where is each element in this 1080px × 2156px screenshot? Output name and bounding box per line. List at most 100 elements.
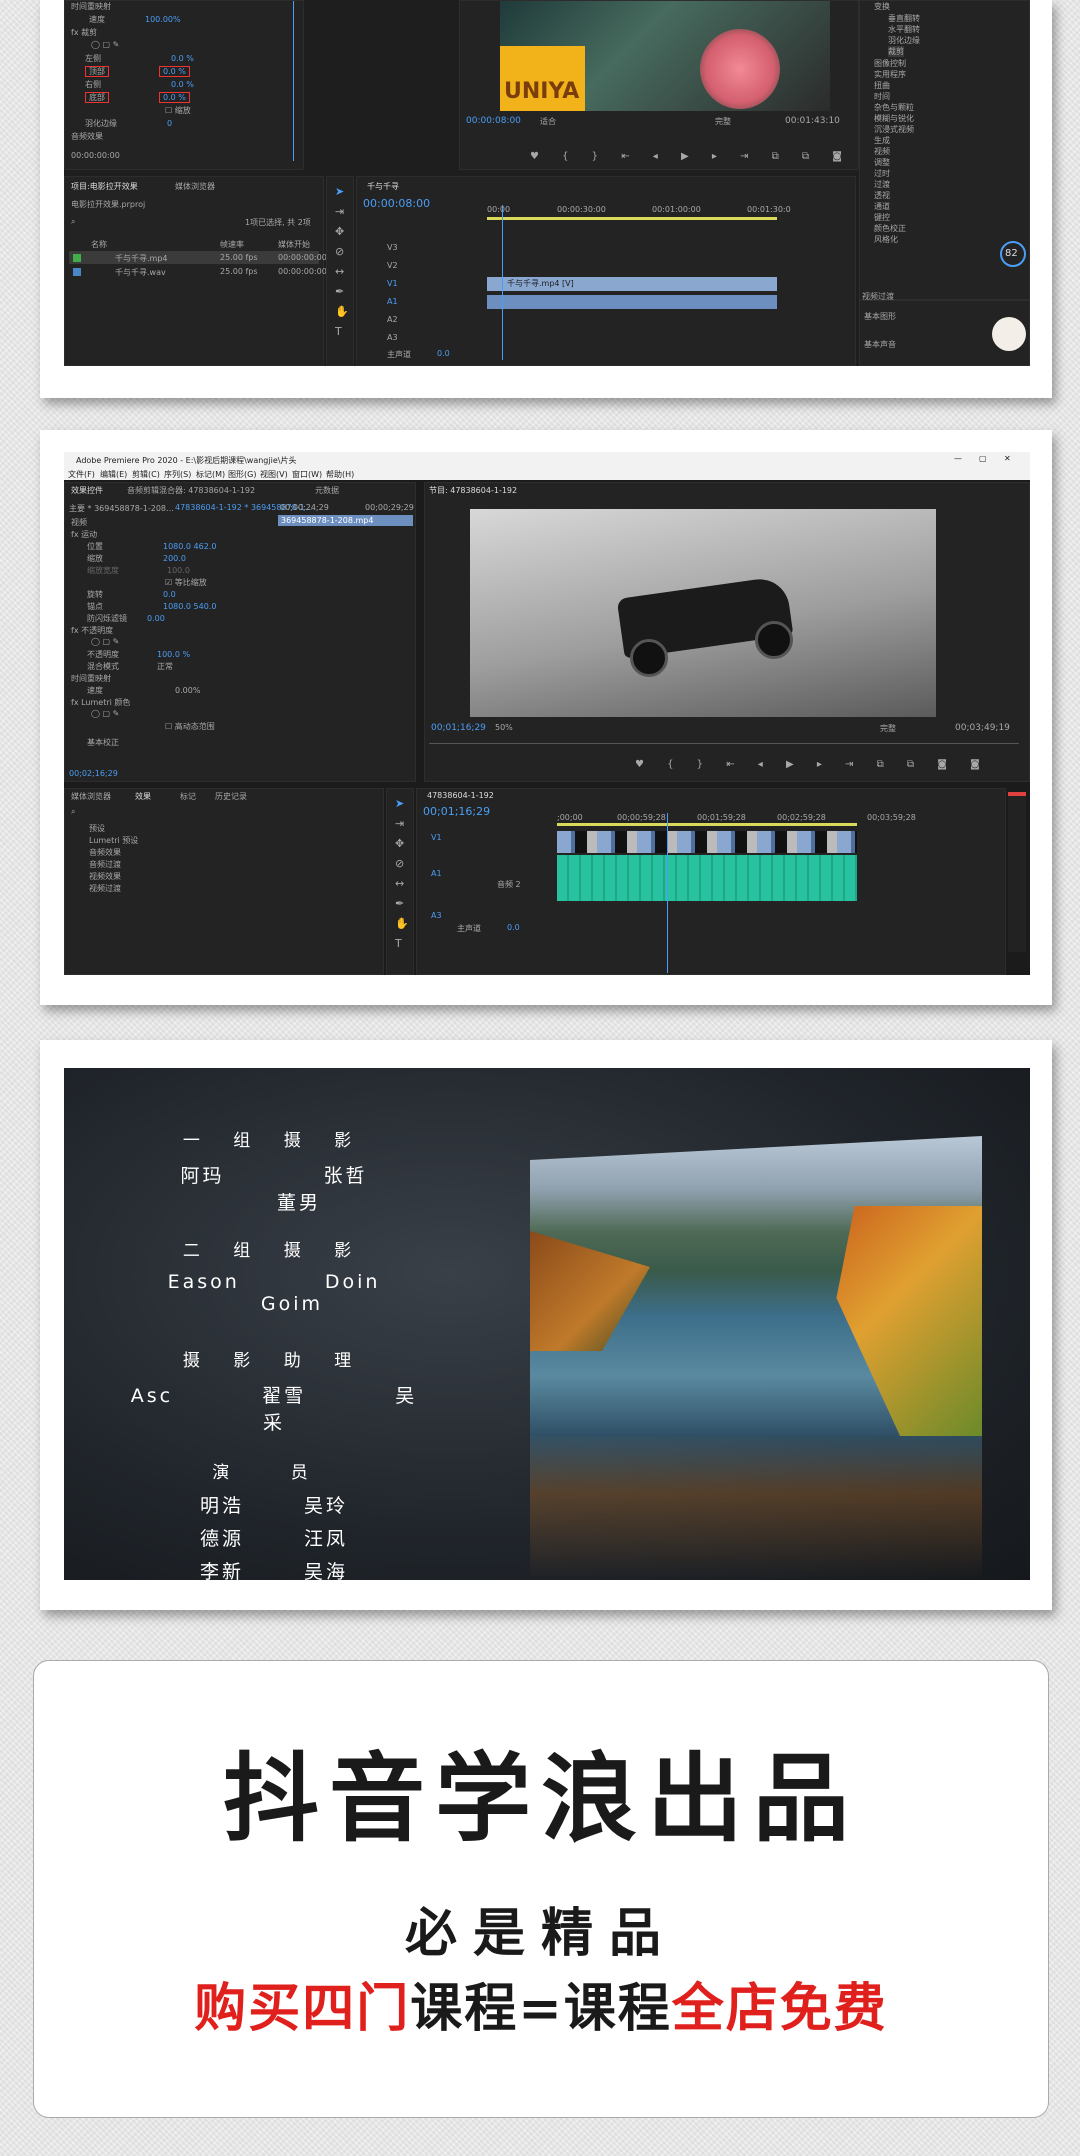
effect-row[interactable]: fx Lumetri 颜色 — [71, 697, 130, 708]
effect-row[interactable]: fx 不透明度 — [71, 625, 113, 636]
checkbox-icon[interactable]: ☐ — [165, 722, 172, 731]
search-icon[interactable]: ⌕ — [71, 807, 75, 817]
effect-row[interactable]: fx 裁剪 — [71, 27, 97, 38]
hand-tool-icon[interactable]: ✋ — [395, 917, 409, 930]
effects-folder[interactable]: 风格化 — [874, 234, 898, 245]
panel-tab[interactable]: 效果 — [135, 791, 151, 802]
checkbox-icon[interactable]: ☐ — [165, 106, 172, 115]
effects-item[interactable]: 水平翻转 — [888, 24, 920, 35]
effect-row[interactable]: 防闪烁滤镜 0.00 — [87, 613, 165, 624]
maximize-icon[interactable]: ▢ — [979, 454, 987, 463]
effects-folder[interactable]: 过时 — [874, 168, 890, 179]
project-tab[interactable]: 项目:电影拉开效果 — [71, 181, 138, 192]
program-zoom-select[interactable]: 50% — [495, 723, 513, 732]
slip-tool-icon[interactable]: ↔ — [395, 877, 404, 890]
effect-row[interactable]: ☑ 等比缩放 — [165, 577, 207, 588]
minimize-icon[interactable]: — — [954, 454, 962, 463]
work-area-bar[interactable] — [487, 217, 777, 220]
track-label[interactable]: V1 — [431, 833, 442, 842]
type-tool-icon[interactable]: T — [395, 937, 402, 950]
effect-row[interactable]: 位置 1080.0 462.0 — [87, 541, 216, 552]
opacity-mask-icons[interactable]: ◯ ▢ ✎ — [91, 637, 119, 646]
track-label[interactable]: A2 — [387, 315, 398, 324]
crop-shape-icons[interactable]: ◯ ▢ ✎ — [91, 40, 119, 49]
effect-row[interactable]: 锚点 1080.0 540.0 — [87, 601, 216, 612]
effects-folder[interactable]: 变换 — [874, 1, 890, 12]
effects-folder[interactable]: 视频效果 — [89, 871, 121, 882]
effect-row[interactable]: fx 运动 — [71, 529, 97, 540]
video-clip-strip[interactable] — [557, 831, 857, 853]
effects-folder[interactable]: 视频 — [874, 146, 890, 157]
effects-folder[interactable]: 预设 — [89, 823, 105, 834]
checkbox-icon[interactable]: ☑ — [165, 578, 172, 587]
effects-folder[interactable]: 生成 — [874, 135, 890, 146]
program-quality-select[interactable]: 完整 — [880, 723, 896, 734]
panel-tab[interactable]: 效果控件 — [71, 485, 103, 496]
effect-row[interactable]: 时间重映射 — [71, 673, 111, 684]
project-item-name[interactable]: 千与千寻.mp4 — [115, 253, 168, 264]
slip-tool-icon[interactable]: ↔ — [335, 265, 344, 278]
effects-folder[interactable]: 透视 — [874, 190, 890, 201]
work-area-bar[interactable] — [557, 823, 857, 826]
panel-tab[interactable]: 基本图形 — [864, 311, 896, 322]
column-header[interactable]: 帧速率 — [220, 239, 244, 250]
program-zoom-select[interactable]: 适合 — [540, 116, 556, 127]
effect-row[interactable]: 不透明度 100.0 % — [87, 649, 190, 660]
effect-row[interactable]: ☐ 缩放 — [165, 105, 191, 116]
project-item-name[interactable]: 千与千寻.wav — [115, 267, 166, 278]
close-icon[interactable]: ✕ — [1004, 454, 1011, 463]
audio-clip-strip[interactable] — [557, 855, 857, 901]
menu-item[interactable]: 文件(F) — [68, 469, 95, 480]
effect-row[interactable]: 底部 0.0 % — [85, 92, 190, 103]
effect-row[interactable]: 时间重映射 — [71, 1, 111, 12]
effect-row[interactable]: 缩放宽度 100.0 — [87, 565, 190, 576]
effects-item[interactable]: 羽化边缘 — [888, 35, 920, 46]
search-icon[interactable]: ⌕ — [71, 217, 75, 227]
track-select-icon[interactable]: ⇥ — [395, 817, 404, 830]
transport-controls[interactable]: ♥ { } ⇤ ◂ ▶ ▸ ⇥ ⧉ ⧉ ◙ ◙ — [635, 759, 990, 770]
effect-row[interactable]: 混合模式 正常 — [87, 661, 173, 672]
playhead[interactable] — [502, 205, 503, 360]
effect-row[interactable]: 旋转 0.0 — [87, 589, 176, 600]
effect-row[interactable]: 缩放 200.0 — [87, 553, 186, 564]
effects-folder[interactable]: 实用程序 — [874, 69, 906, 80]
effect-row[interactable]: ☐ 高动态范围 — [165, 721, 215, 732]
media-browser-tab[interactable]: 媒体浏览器 — [175, 181, 215, 192]
effects-folder[interactable]: 扭曲 — [874, 80, 890, 91]
ripple-edit-icon[interactable]: ✥ — [395, 837, 404, 850]
razor-tool-icon[interactable]: ⊘ — [395, 857, 404, 870]
effect-row[interactable]: 基本校正 — [87, 737, 119, 748]
effects-folder[interactable]: 音频过渡 — [89, 859, 121, 870]
effects-folder[interactable]: 调整 — [874, 157, 890, 168]
sequence-tab[interactable]: 千与千寻 — [367, 181, 399, 192]
menu-item[interactable]: 帮助(H) — [326, 469, 354, 480]
transport-controls[interactable]: ♥ { } ⇤ ◂ ▶ ▸ ⇥ ⧉ ⧉ ◙ ◙ — [530, 151, 885, 162]
effects-folder[interactable]: 图像控制 — [874, 58, 906, 69]
track-label[interactable]: A1 — [431, 869, 442, 878]
effects-folder[interactable]: 过渡 — [874, 179, 890, 190]
effects-folder[interactable]: 键控 — [874, 212, 890, 223]
panel-tab[interactable]: 媒体浏览器 — [71, 791, 111, 802]
track-label[interactable]: A3 — [387, 333, 398, 342]
program-quality-select[interactable]: 完整 — [715, 116, 731, 127]
pen-tool-icon[interactable]: ✒ — [395, 897, 404, 910]
effect-row[interactable]: 右侧 0.0 % — [85, 79, 194, 90]
effect-row[interactable]: 视频 — [71, 517, 87, 528]
effect-row[interactable]: 羽化边缘 0 — [85, 118, 172, 129]
menu-item[interactable]: 窗口(W) — [292, 469, 322, 480]
effects-folder[interactable]: 杂色与颗粒 — [874, 102, 914, 113]
menu-item[interactable]: 图形(G) — [228, 469, 256, 480]
panel-tab[interactable]: 基本声音 — [864, 339, 896, 350]
panel-tab[interactable]: 历史记录 — [215, 791, 247, 802]
pen-tool-icon[interactable]: ✒ — [335, 285, 344, 298]
menu-item[interactable]: 编辑(E) — [100, 469, 127, 480]
selection-tool-icon[interactable]: ➤ — [335, 185, 344, 198]
effects-item[interactable]: 垂直翻转 — [888, 13, 920, 24]
column-header[interactable]: 媒体开始 — [278, 239, 310, 250]
effects-folder[interactable]: 通道 — [874, 201, 890, 212]
effects-folder[interactable]: 沉浸式视频 — [874, 124, 914, 135]
sequence-tab[interactable]: 47838604-1-192 — [427, 791, 494, 800]
menu-item[interactable]: 标记(M) — [196, 469, 225, 480]
effects-folder[interactable]: 颜色校正 — [874, 223, 906, 234]
menu-item[interactable]: 视图(V) — [260, 469, 288, 480]
